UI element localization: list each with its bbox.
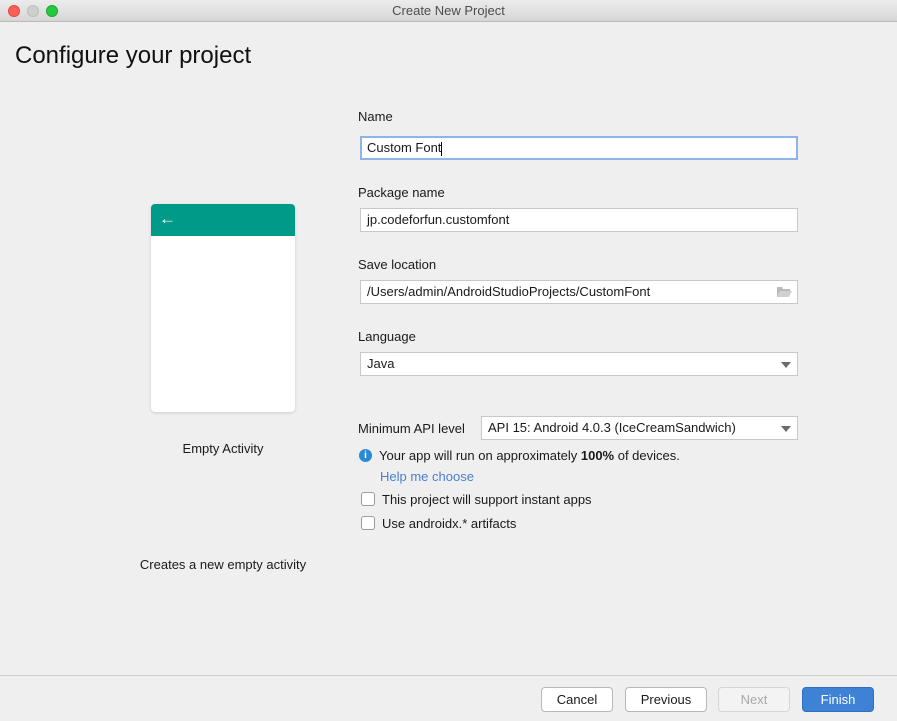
finish-button[interactable]: Finish bbox=[802, 687, 874, 712]
coverage-percent: 100% bbox=[580, 448, 615, 463]
instant-apps-checkbox[interactable] bbox=[361, 492, 375, 506]
cancel-button[interactable]: Cancel bbox=[541, 687, 613, 712]
api-level-label: Minimum API level bbox=[358, 421, 465, 436]
chevron-down-icon bbox=[781, 362, 791, 368]
device-coverage-text: Your app will run on approximately 100% … bbox=[379, 448, 680, 463]
save-location-value: /Users/admin/AndroidStudioProjects/Custo… bbox=[367, 284, 651, 299]
name-input[interactable]: Custom Font bbox=[360, 136, 798, 160]
name-value: Custom Font bbox=[367, 140, 442, 155]
androidx-label[interactable]: Use androidx.* artifacts bbox=[382, 516, 516, 531]
api-level-select[interactable]: API 15: Android 4.0.3 (IceCreamSandwich) bbox=[481, 416, 798, 440]
save-location-label: Save location bbox=[358, 257, 437, 272]
window-title: Create New Project bbox=[392, 3, 505, 18]
package-label: Package name bbox=[358, 185, 445, 200]
help-me-choose-link[interactable]: Help me choose bbox=[380, 469, 474, 484]
chevron-down-icon bbox=[781, 426, 791, 432]
title-bar: Create New Project bbox=[0, 0, 897, 22]
folder-icon[interactable] bbox=[777, 286, 792, 298]
back-arrow-icon: ← bbox=[159, 209, 176, 228]
language-select[interactable]: Java bbox=[360, 352, 798, 376]
close-window-button[interactable] bbox=[8, 5, 20, 17]
zoom-window-button[interactable] bbox=[46, 5, 58, 17]
coverage-prefix: Your app will run on approximately bbox=[379, 448, 581, 463]
previous-button[interactable]: Previous bbox=[625, 687, 707, 712]
api-level-value: API 15: Android 4.0.3 (IceCreamSandwich) bbox=[488, 420, 736, 435]
info-icon: i bbox=[359, 449, 372, 462]
instant-apps-label[interactable]: This project will support instant apps bbox=[382, 492, 592, 507]
androidx-checkbox[interactable] bbox=[361, 516, 375, 530]
name-label: Name bbox=[358, 109, 393, 124]
template-description: Creates a new empty activity bbox=[139, 557, 307, 572]
language-label: Language bbox=[358, 329, 416, 344]
save-location-input[interactable]: /Users/admin/AndroidStudioProjects/Custo… bbox=[360, 280, 798, 304]
coverage-suffix: of devices. bbox=[614, 448, 680, 463]
page-title: Configure your project bbox=[15, 42, 252, 69]
text-caret bbox=[441, 141, 443, 156]
next-button[interactable]: Next bbox=[718, 687, 790, 712]
minimize-window-button[interactable] bbox=[27, 5, 39, 17]
template-preview: ← bbox=[151, 204, 295, 412]
package-name-input[interactable]: jp.codeforfun.customfont bbox=[360, 208, 798, 232]
language-value: Java bbox=[367, 356, 395, 371]
app-bar: ← bbox=[151, 204, 295, 236]
footer-divider bbox=[0, 675, 897, 676]
